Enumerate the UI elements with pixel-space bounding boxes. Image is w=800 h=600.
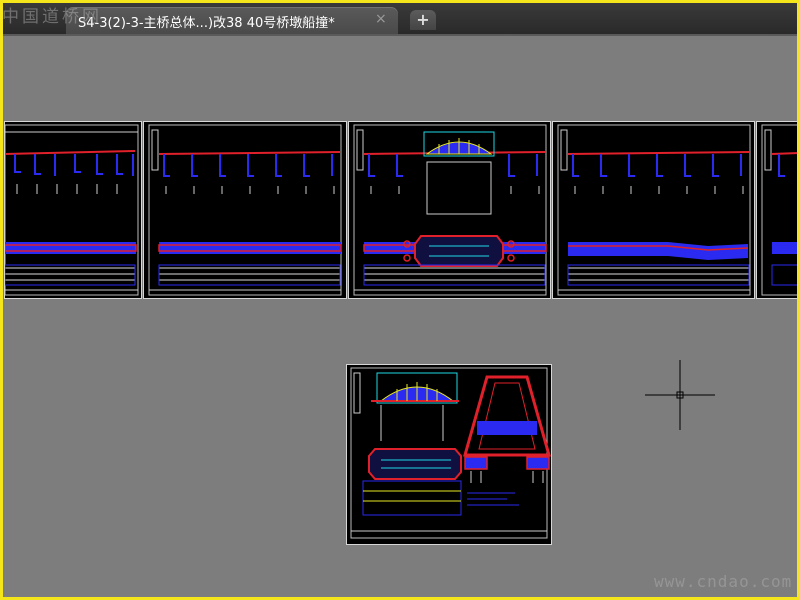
sheet-4-drawing (557, 124, 751, 296)
close-icon[interactable]: × (375, 11, 387, 27)
layout-sheet-2[interactable] (143, 121, 347, 299)
sheet-5-drawing (761, 124, 800, 296)
layout-sheet-4[interactable] (552, 121, 755, 299)
document-tab[interactable]: S4-3(2)-3-主桥总体...)改38 40号桥墩船撞* × (66, 7, 398, 34)
tab-bar: S4-3(2)-3-主桥总体...)改38 40号桥墩船撞* × + (0, 0, 800, 34)
layout-sheet-5[interactable] (756, 121, 800, 299)
sheet-6-drawing (350, 367, 551, 539)
watermark-top: 中国道桥网 (2, 7, 102, 27)
layout-sheet-3[interactable] (348, 121, 551, 299)
crosshair-cursor-icon (645, 360, 715, 430)
sheet-1-drawing (4, 124, 139, 296)
sheet-3-drawing (353, 124, 547, 296)
plus-icon: + (416, 10, 430, 29)
layout-sheet-6[interactable] (346, 364, 552, 545)
drawing-canvas[interactable] (0, 34, 800, 600)
watermark-bottom: www.cndao.com (654, 572, 793, 591)
sheet-2-drawing (148, 124, 342, 296)
tab-title: S4-3(2)-3-主桥总体...)改38 40号桥墩船撞* (78, 16, 335, 31)
new-tab-button[interactable]: + (410, 10, 436, 30)
layout-sheet-1[interactable] (4, 121, 142, 299)
